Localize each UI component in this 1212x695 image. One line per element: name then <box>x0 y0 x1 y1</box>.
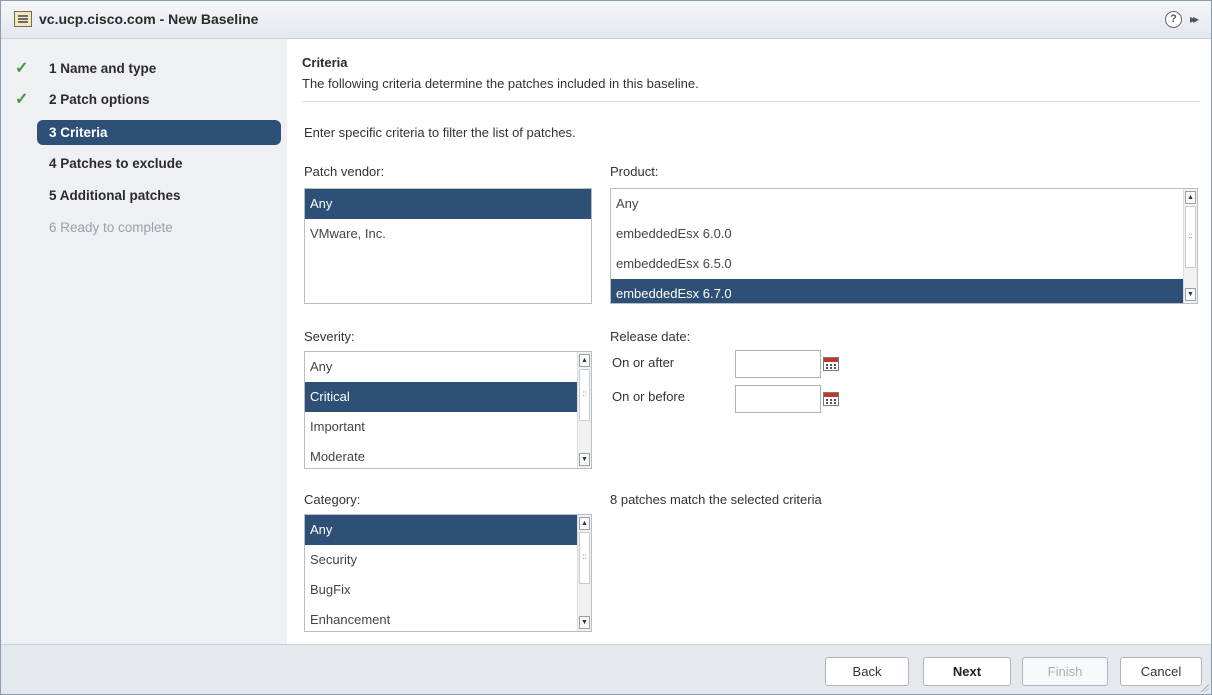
list-item[interactable]: Any <box>305 352 591 382</box>
list-item[interactable]: Enhancement <box>305 605 591 631</box>
step-patches-to-exclude[interactable]: 4 Patches to exclude <box>37 151 281 176</box>
release-date-label: Release date: <box>610 329 691 344</box>
scroll-up-icon[interactable]: ▲ <box>579 517 590 530</box>
list-item[interactable]: Any <box>305 189 591 219</box>
finish-button: Finish <box>1022 657 1108 686</box>
on-or-after-date-input[interactable] <box>735 350 821 378</box>
list-item[interactable]: Important <box>305 412 591 442</box>
list-item[interactable]: Security <box>305 545 591 575</box>
next-button[interactable]: Next <box>923 657 1011 686</box>
list-item[interactable]: embeddedEsx 6.5.0 <box>611 249 1197 279</box>
patch-vendor-list[interactable]: Any VMware, Inc. <box>304 188 592 304</box>
on-or-before-label: On or before <box>612 389 685 404</box>
page-description: The following criteria determine the pat… <box>302 76 699 91</box>
divider <box>302 101 1200 102</box>
step-ready-to-complete: 6 Ready to complete <box>49 220 173 235</box>
step-criteria[interactable]: 3 Criteria <box>37 120 281 145</box>
scroll-up-icon[interactable]: ▲ <box>579 354 590 367</box>
expand-icon[interactable]: ▸▸ <box>1190 12 1199 26</box>
category-label: Category: <box>304 492 361 507</box>
scroll-down-icon[interactable]: ▼ <box>1185 288 1196 301</box>
scroll-thumb[interactable]: :: <box>579 532 590 584</box>
list-item[interactable]: VMware, Inc. <box>305 219 591 249</box>
scroll-down-icon[interactable]: ▼ <box>579 616 590 629</box>
scroll-thumb[interactable]: :: <box>1185 206 1196 268</box>
list-item[interactable]: Any <box>611 189 1197 219</box>
back-button[interactable]: Back <box>825 657 909 686</box>
baseline-document-icon <box>14 11 32 27</box>
product-list[interactable]: Any embeddedEsx 6.0.0 embeddedEsx 6.5.0 … <box>610 188 1198 304</box>
severity-list[interactable]: Any Critical Important Moderate ▲ :: ▼ <box>304 351 592 469</box>
scroll-thumb[interactable]: :: <box>579 369 590 421</box>
list-item[interactable]: Moderate <box>305 442 591 468</box>
new-baseline-dialog: vc.ucp.cisco.com - New Baseline ? ▸▸ ✓ 1… <box>0 0 1212 695</box>
cancel-button[interactable]: Cancel <box>1120 657 1202 686</box>
on-or-after-label: On or after <box>612 355 675 370</box>
wizard-footer: Back Next Finish Cancel <box>1 644 1211 694</box>
step-complete-check-icon: ✓ <box>15 91 29 108</box>
wizard-steps-sidebar: ✓ 1 Name and type ✓ 2 Patch options 3 Cr… <box>1 39 287 644</box>
step-name-and-type[interactable]: 1 Name and type <box>37 56 281 81</box>
product-scrollbar[interactable]: ▲ :: ▼ <box>1183 189 1197 303</box>
list-item[interactable]: embeddedEsx 6.7.0 <box>611 279 1197 303</box>
list-item[interactable]: Any <box>305 515 591 545</box>
category-list[interactable]: Any Security BugFix Enhancement ▲ :: ▼ <box>304 514 592 632</box>
calendar-icon[interactable] <box>823 357 839 371</box>
scroll-down-icon[interactable]: ▼ <box>579 453 590 466</box>
step-patch-options[interactable]: 2 Patch options <box>37 87 281 112</box>
severity-label: Severity: <box>304 329 355 344</box>
product-label: Product: <box>610 164 659 179</box>
window-title: vc.ucp.cisco.com - New Baseline <box>39 11 259 27</box>
step-complete-check-icon: ✓ <box>15 60 29 77</box>
category-scrollbar[interactable]: ▲ :: ▼ <box>577 515 591 631</box>
step-additional-patches[interactable]: 5 Additional patches <box>37 183 281 208</box>
help-icon[interactable]: ? <box>1165 11 1182 28</box>
resize-grip-icon[interactable] <box>1201 684 1209 692</box>
calendar-icon[interactable] <box>823 392 839 406</box>
list-item[interactable]: embeddedEsx 6.0.0 <box>611 219 1197 249</box>
intro-text: Enter specific criteria to filter the li… <box>304 125 576 140</box>
title-bar: vc.ucp.cisco.com - New Baseline ? ▸▸ <box>1 1 1211 39</box>
page-title: Criteria <box>302 55 348 70</box>
list-item[interactable]: BugFix <box>305 575 591 605</box>
on-or-before-date-input[interactable] <box>735 385 821 413</box>
match-count-text: 8 patches match the selected criteria <box>610 492 822 507</box>
scroll-up-icon[interactable]: ▲ <box>1185 191 1196 204</box>
severity-scrollbar[interactable]: ▲ :: ▼ <box>577 352 591 468</box>
list-item[interactable]: Critical <box>305 382 591 412</box>
criteria-panel: Criteria The following criteria determin… <box>287 39 1211 644</box>
patch-vendor-label: Patch vendor: <box>304 164 385 179</box>
